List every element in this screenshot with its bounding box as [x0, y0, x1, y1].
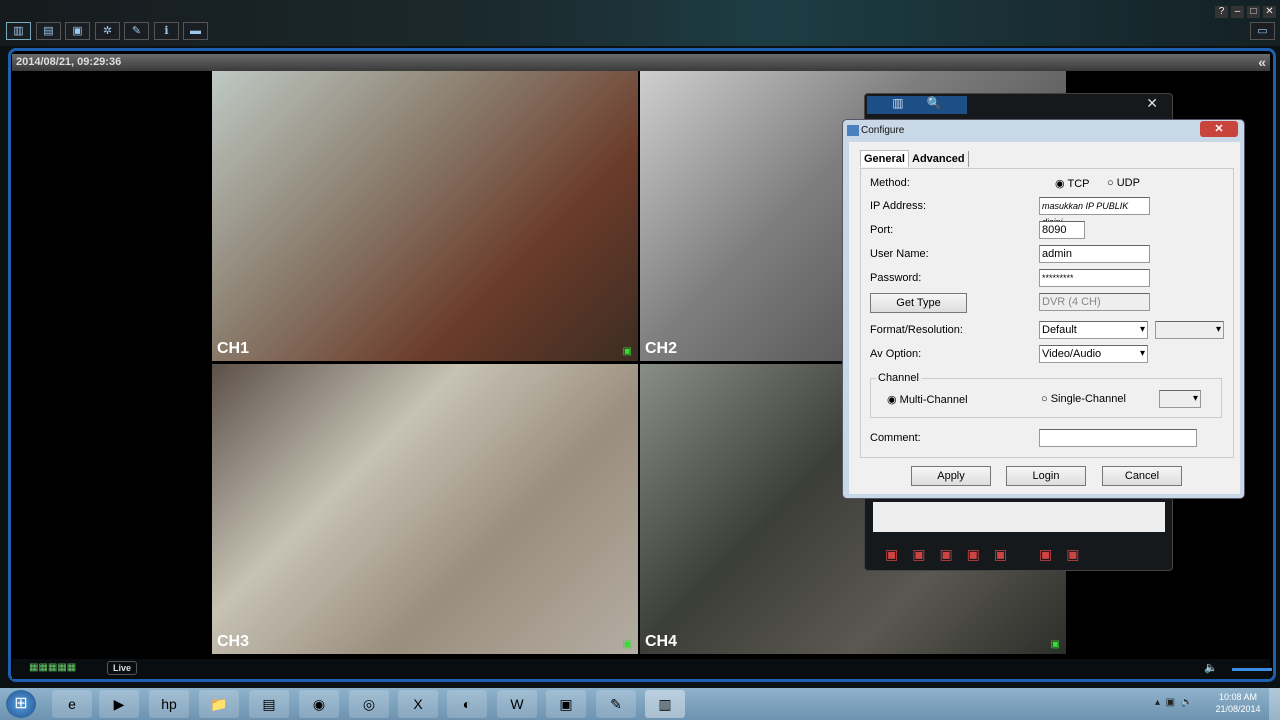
dialog-title: Configure [861, 125, 905, 136]
comment-label: Comment: [870, 432, 921, 444]
port-label: Port: [870, 224, 894, 236]
tab-general[interactable]: General [860, 150, 909, 167]
dialog-app-icon [847, 125, 859, 136]
windows-taskbar: ⊞ e ▶ hp 📁 ▤ ◉ ◎ X ◐ W ▣ ✎ ▥ ▴ ▣ 🔈 10:08… [0, 688, 1280, 720]
minimize-button[interactable]: – [1231, 6, 1244, 18]
udp-label: UDP [1116, 177, 1140, 189]
taskbar-app-icon[interactable]: ◐ [447, 690, 487, 718]
channel-label: CH3 [217, 633, 250, 650]
taskbar-chrome-icon[interactable]: ◉ [299, 690, 339, 718]
channel-label: CH1 [217, 340, 250, 357]
single-channel-label: Single-Channel [1050, 393, 1126, 405]
format-label: Format/Resolution: [870, 324, 963, 336]
taskbar-firefox-icon[interactable]: ◎ [349, 690, 389, 718]
channel-label: CH4 [645, 633, 678, 650]
maximize-button[interactable]: □ [1247, 6, 1260, 18]
password-input[interactable]: ********* [1039, 269, 1150, 287]
av-option-label: Av Option: [870, 348, 922, 360]
channel-1-view[interactable]: CH1 ▣ [212, 71, 638, 361]
apply-button[interactable]: Apply [911, 466, 991, 486]
playback-icon[interactable]: ▤ [36, 22, 61, 40]
comment-input[interactable] [1039, 429, 1197, 447]
device-action-icons[interactable]: ▣▣▣▣▣ ▣▣ [885, 546, 1093, 563]
single-channel-select[interactable] [1159, 390, 1201, 408]
taskbar-photos-icon[interactable]: ▣ [546, 690, 586, 718]
port-input[interactable]: 8090 [1039, 221, 1085, 239]
taskbar-winrar-icon[interactable]: ▤ [249, 690, 289, 718]
config-icon[interactable]: ✲ [95, 22, 120, 40]
taskbar-ie-icon[interactable]: e [52, 690, 92, 718]
start-button[interactable]: ⊞ [6, 690, 36, 718]
channel-label: CH2 [645, 340, 678, 357]
tcp-label: TCP [1067, 178, 1090, 190]
taskbar-dvr-client-icon[interactable]: ▥ [645, 690, 685, 718]
collapse-icon[interactable]: « [1258, 54, 1266, 71]
login-button[interactable]: Login [1006, 466, 1086, 486]
format-select[interactable]: Default [1039, 321, 1148, 339]
live-button[interactable]: Live [107, 661, 138, 675]
datetime-header: 2014/08/21, 09:29:36 « [12, 54, 1270, 71]
tray-icons[interactable]: ▴ ▣ 🔈 [1155, 697, 1193, 708]
info-icon[interactable]: ℹ [154, 22, 179, 40]
bottom-bar: ▦▦▦▦▦ Live 🔈 [12, 659, 1272, 679]
lock-icon[interactable]: ▭ [1250, 22, 1275, 40]
device-type-field: DVR (4 CH) [1039, 293, 1150, 311]
ip-label: IP Address: [870, 200, 927, 212]
remote-icon[interactable]: ✎ [124, 22, 149, 40]
cancel-button[interactable]: Cancel [1102, 466, 1182, 486]
help-button[interactable]: ? [1215, 6, 1228, 18]
channel-group-label: Channel [876, 372, 921, 384]
dialog-close-button[interactable]: ✕ [1200, 121, 1238, 137]
panel-close-icon[interactable]: ✕ [1146, 95, 1158, 112]
device-list[interactable] [873, 502, 1165, 532]
taskbar-paint-icon[interactable]: ✎ [596, 690, 636, 718]
tcp-radio[interactable]: ◉ TCP [1055, 177, 1089, 190]
configure-dialog: Configure ✕ General Advanced Method: ◉ T… [842, 119, 1245, 499]
backup-icon[interactable]: ▣ [65, 22, 90, 40]
taskbar-excel-icon[interactable]: X [398, 690, 438, 718]
resolution-select[interactable] [1155, 321, 1224, 339]
user-label: User Name: [870, 248, 929, 260]
tab-advanced[interactable]: Advanced [909, 151, 969, 167]
clock-time: 10:08 AM [1218, 692, 1258, 702]
taskbar-explorer-icon[interactable]: 📁 [199, 690, 239, 718]
app-toolbar: ▥ ▤ ▣ ✲ ✎ ℹ ▬ ? – □ ✕ ▭ [0, 0, 1280, 46]
volume-slider[interactable] [1232, 668, 1272, 671]
udp-radio[interactable]: ○ UDP [1107, 177, 1140, 189]
taskbar-media-player-icon[interactable]: ▶ [99, 690, 139, 718]
layout-icons[interactable]: ▦▦▦▦▦ [29, 662, 76, 673]
clock-date: 21/08/2014 [1215, 704, 1261, 714]
channel-3-view[interactable]: CH3 ▣ [212, 364, 638, 654]
taskbar-word-icon[interactable]: W [497, 690, 537, 718]
record-icon: ▣ [622, 639, 632, 650]
volume-icon[interactable]: 🔈 [1204, 661, 1218, 674]
password-label: Password: [870, 272, 922, 284]
show-desktop-button[interactable] [1269, 688, 1280, 720]
av-option-select[interactable]: Video/Audio [1039, 345, 1148, 363]
datetime: 2014/08/21, 09:29:36 [16, 56, 122, 68]
clock[interactable]: 10:08 AM 21/08/2014 [1208, 691, 1268, 715]
taskbar-hp-icon[interactable]: hp [149, 690, 189, 718]
network-icon[interactable]: ▬ [183, 22, 208, 40]
live-view-icon[interactable]: ▥ [6, 22, 31, 40]
method-label: Method: [870, 177, 910, 189]
device-tabs[interactable]: ▥ 🔍 [867, 96, 967, 114]
username-input[interactable]: admin [1039, 245, 1150, 263]
multi-channel-radio[interactable]: ◉ Multi-Channel [887, 393, 968, 406]
get-type-button[interactable]: Get Type [870, 293, 967, 313]
single-channel-radio[interactable]: ○ Single-Channel [1041, 393, 1126, 405]
multi-channel-label: Multi-Channel [899, 394, 968, 406]
record-icon: ▣ [1050, 639, 1060, 650]
ip-address-input[interactable]: masukkan IP PUBLIK disini [1039, 197, 1150, 227]
close-button[interactable]: ✕ [1263, 6, 1276, 18]
record-icon: ▣ [622, 346, 632, 357]
